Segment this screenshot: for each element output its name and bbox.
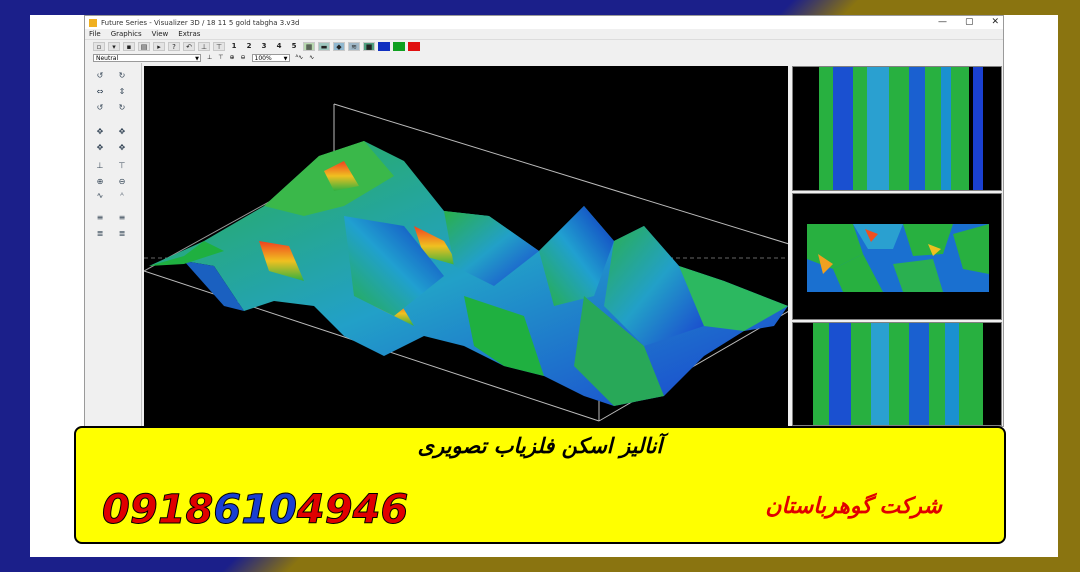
secondary-toolbar: Neutral ▼ ⊥ ⊤ ⊕ ⊖ 100% ▼ ᴬ∿ ∿	[85, 52, 1003, 63]
promo-banner: آنالیز اسکن فلزیاب تصویری 09186104946 شر…	[74, 426, 1006, 544]
menu-graphics[interactable]: Graphics	[111, 30, 142, 38]
layer-down-icon[interactable]: ≡	[117, 213, 127, 222]
phone-digit: 8	[185, 487, 214, 534]
side-view-middle[interactable]	[792, 193, 1002, 320]
print-icon[interactable]: ▤	[138, 41, 150, 51]
amplitude-side-icon[interactable]: ᴬ	[117, 191, 127, 200]
toolbar-number-1[interactable]: 1	[228, 42, 240, 50]
signal-icon[interactable]: ∿	[309, 54, 314, 61]
move-left-icon[interactable]: ✥	[95, 127, 105, 136]
zoom-out-icon[interactable]: ⊖	[241, 54, 246, 61]
phone-digit: 0	[102, 487, 131, 534]
color-swatch-blue[interactable]	[378, 41, 390, 51]
zoom-select-value: 100%	[254, 54, 272, 62]
amplitude-icon[interactable]: ᴬ∿	[296, 54, 304, 61]
side-view-top-image	[819, 67, 983, 190]
zoom-in-side-icon[interactable]: ⊕	[95, 177, 105, 186]
phone-number: 09186104946	[102, 486, 409, 534]
layer-up-icon[interactable]: ≡	[95, 213, 105, 222]
palette-select-value: Neutral	[96, 54, 119, 62]
align-top-icon[interactable]: ⊤	[218, 54, 223, 61]
chevron-down-icon: ▼	[283, 55, 288, 62]
zoom-out-side-icon[interactable]: ⊖	[117, 177, 127, 186]
move-up-icon[interactable]: ✥	[95, 143, 105, 152]
color-swatch-red[interactable]	[408, 41, 420, 51]
minimize-button[interactable]: —	[938, 16, 947, 29]
3d-surface-plot	[144, 103, 788, 422]
move-right-icon[interactable]: ✥	[117, 127, 127, 136]
align-bottom-icon[interactable]: ⊥	[207, 54, 212, 61]
toolbar-number-5[interactable]: 5	[288, 42, 300, 50]
menu-extras[interactable]: Extras	[178, 30, 200, 38]
company-name: شرکت گوهرباستان	[765, 494, 942, 519]
title-bar: Future Series - Visualizer 3D / 18 11 5 …	[85, 16, 1003, 29]
close-button[interactable]: ✕	[991, 16, 999, 29]
level-up-icon[interactable]: ⊤	[117, 161, 127, 170]
save-icon[interactable]: ▪	[123, 41, 135, 51]
app-window: Future Series - Visualizer 3D / 18 11 5 …	[84, 15, 1004, 427]
maximize-button[interactable]: ▢	[965, 16, 974, 29]
grid-view-icon[interactable]: ▦	[303, 41, 315, 51]
app-icon	[89, 18, 97, 27]
toolbar-number-4[interactable]: 4	[273, 42, 285, 50]
menu-bar: File Graphics View Extras	[85, 29, 1003, 39]
menu-view[interactable]: View	[152, 30, 169, 38]
info-icon[interactable]: ?	[168, 41, 180, 51]
side-view-bottom-image	[813, 323, 983, 425]
layer-settings-icon[interactable]: ≣	[95, 229, 105, 238]
phone-digit: 9	[324, 487, 353, 534]
surface-view-icon[interactable]: ◆	[333, 41, 345, 51]
open-folder-icon[interactable]: ▾	[108, 41, 120, 51]
phone-digit: 9	[129, 487, 158, 534]
tilt-down-icon[interactable]: ↻	[117, 103, 127, 112]
undo-icon[interactable]: ↶	[183, 41, 195, 51]
level-down-icon[interactable]: ⊥	[95, 161, 105, 170]
phone-digit: 4	[352, 487, 381, 534]
wave-icon[interactable]: ∿	[95, 191, 105, 200]
toolbar-number-2[interactable]: 2	[243, 42, 255, 50]
layer-settings2-icon[interactable]: ≣	[117, 229, 127, 238]
menu-file[interactable]: File	[89, 30, 101, 38]
palette-select[interactable]: Neutral ▼	[93, 53, 201, 62]
phone-digit: 1	[157, 487, 186, 534]
chevron-down-icon: ▼	[195, 55, 199, 62]
rotate-horizontal-icon[interactable]: ⇔	[95, 87, 105, 96]
side-view-top[interactable]	[792, 66, 1002, 191]
mesh-view-icon[interactable]: ≋	[348, 41, 360, 51]
layer-view-icon[interactable]: ▬	[318, 41, 330, 51]
filter2-icon[interactable]: ⊤	[213, 41, 225, 51]
banner-title: آنالیز اسکن فلزیاب تصویری	[417, 434, 663, 458]
move-down-icon[interactable]: ✥	[117, 143, 127, 152]
export-icon[interactable]: ▸	[153, 41, 165, 51]
side-view-bottom[interactable]	[792, 322, 1002, 426]
new-file-icon[interactable]: ▫	[93, 41, 105, 51]
3d-visualization-view[interactable]	[144, 66, 788, 426]
phone-digit: 0	[269, 487, 298, 534]
toolbar-number-3[interactable]: 3	[258, 42, 270, 50]
rotate-left-icon[interactable]: ↺	[95, 71, 105, 80]
zoom-in-icon[interactable]: ⊕	[229, 54, 234, 61]
phone-digit: 6	[213, 487, 242, 534]
zoom-select[interactable]: 100% ▼	[251, 53, 290, 62]
phone-digit: 4	[296, 487, 325, 534]
phone-digit: 1	[241, 487, 270, 534]
tilt-up-icon[interactable]: ↺	[95, 103, 105, 112]
left-tool-panel: ↺ ↻ ⇔ ⇕ ↺ ↻ ✥ ✥ ✥ ✥ ⊥ ⊤ ⊕ ⊖ ∿ ᴬ ≡ ≡ ≣ ≣	[85, 63, 142, 426]
main-toolbar: ▫ ▾ ▪ ▤ ▸ ? ↶ ⊥ ⊤ 1 2 3 4 5 ▦ ▬ ◆ ≋ ■	[85, 39, 1003, 52]
phone-digit: 6	[380, 487, 409, 534]
rotate-vertical-icon[interactable]: ⇕	[117, 87, 127, 96]
color-swatch-green[interactable]	[393, 41, 405, 51]
rotate-right-icon[interactable]: ↻	[117, 71, 127, 80]
side-view-middle-image	[807, 224, 989, 292]
filter-icon[interactable]: ⊥	[198, 41, 210, 51]
map-view-icon[interactable]: ■	[363, 41, 375, 51]
window-title: Future Series - Visualizer 3D / 18 11 5 …	[101, 18, 300, 27]
